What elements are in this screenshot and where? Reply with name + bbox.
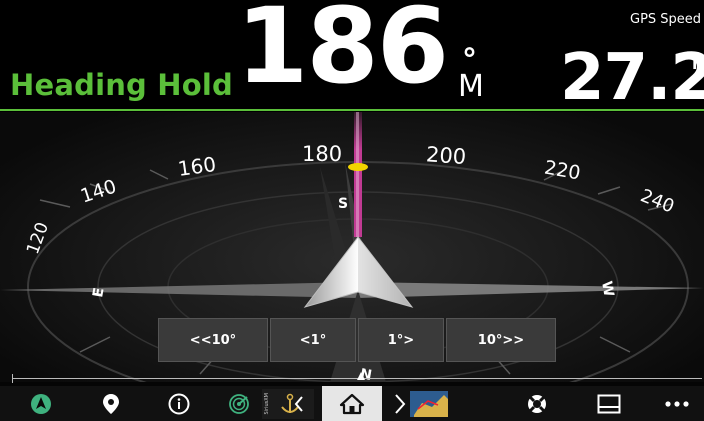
heading-value: 186 [236, 0, 449, 107]
info-icon[interactable] [164, 386, 194, 421]
cardinal-south: S [338, 196, 348, 212]
adjust-plus-1-button[interactable]: 1°> [358, 318, 444, 362]
adjust-minus-1-button[interactable]: <1° [270, 318, 356, 362]
compass-label-200: 200 [425, 142, 467, 169]
radar-icon[interactable] [224, 386, 254, 421]
thumb-label: SiriusXM [264, 393, 270, 415]
mode-label: Heading Hold [10, 68, 234, 102]
waypoint-pin-icon[interactable] [96, 386, 126, 421]
cardinal-west: W [598, 280, 616, 298]
speed-value: 27.2 [560, 41, 704, 115]
chart-app-thumb-icon[interactable] [392, 389, 450, 419]
compass-label-120: 120 [23, 220, 53, 257]
scale-indicator [357, 372, 365, 380]
compass-label-180: 180 [302, 142, 342, 166]
home-icon[interactable] [322, 386, 382, 421]
autopilot-screen: Heading Hold 186 ° M GPS Speed 27.2 MPH [0, 0, 704, 421]
adjust-plus-10-button[interactable]: 10°>> [446, 318, 556, 362]
compass-label-240: 240 [637, 185, 677, 217]
locked-heading-marker [348, 163, 368, 171]
lifebuoy-icon[interactable] [522, 386, 552, 421]
heading-unit-magnetic: M [458, 69, 484, 104]
header: Heading Hold 186 ° M GPS Speed 27.2 MPH [0, 0, 704, 112]
more-icon[interactable] [660, 386, 694, 421]
adjust-minus-10-button[interactable]: <<10° [158, 318, 268, 362]
navigation-arrow-icon[interactable] [26, 386, 56, 421]
header-divider [0, 109, 704, 111]
anchor-app-thumb-icon[interactable]: SiriusXM [262, 389, 314, 419]
compass-label-160: 160 [176, 152, 217, 181]
screen-layout-icon[interactable] [594, 386, 624, 421]
speed-unit: MPH [692, 55, 704, 73]
scale-tick-left [12, 374, 13, 383]
speed-title: GPS Speed [630, 12, 702, 27]
compass-label-220: 220 [543, 157, 583, 185]
